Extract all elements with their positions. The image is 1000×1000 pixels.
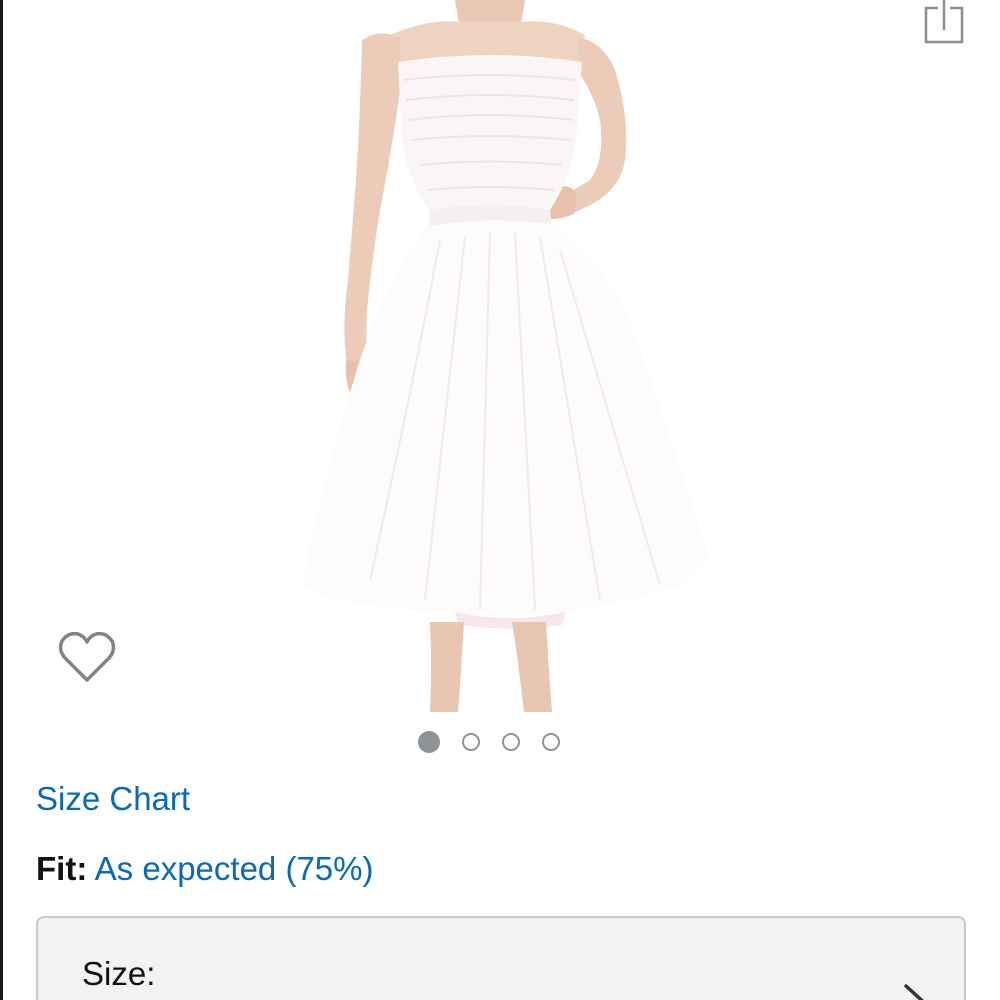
size-selector[interactable]: Size:	[36, 916, 966, 1000]
wishlist-button[interactable]	[56, 628, 118, 686]
dress-illustration	[302, 0, 708, 712]
carousel-dot-1[interactable]	[418, 731, 440, 753]
heart-outline-icon	[58, 631, 116, 682]
fit-label: Fit:	[36, 850, 88, 887]
size-label: Size:	[82, 955, 156, 992]
carousel-dot-3[interactable]	[502, 733, 520, 751]
carousel-dot-2[interactable]	[462, 733, 480, 751]
image-carousel-indicator	[418, 729, 560, 755]
size-chart-link[interactable]: Size Chart	[36, 780, 190, 818]
share-button[interactable]	[918, 0, 970, 48]
fit-rating: Fit: As expected (75%)	[36, 850, 373, 888]
share-icon	[924, 0, 964, 44]
product-image[interactable]	[280, 0, 740, 712]
chevron-right-icon	[904, 984, 925, 1000]
carousel-dot-4[interactable]	[542, 733, 560, 751]
fit-value-link[interactable]: As expected (75%)	[95, 850, 374, 887]
screen-edge	[0, 0, 3, 1000]
product-page: Size Chart Fit: As expected (75%) Size:	[0, 0, 1000, 1000]
